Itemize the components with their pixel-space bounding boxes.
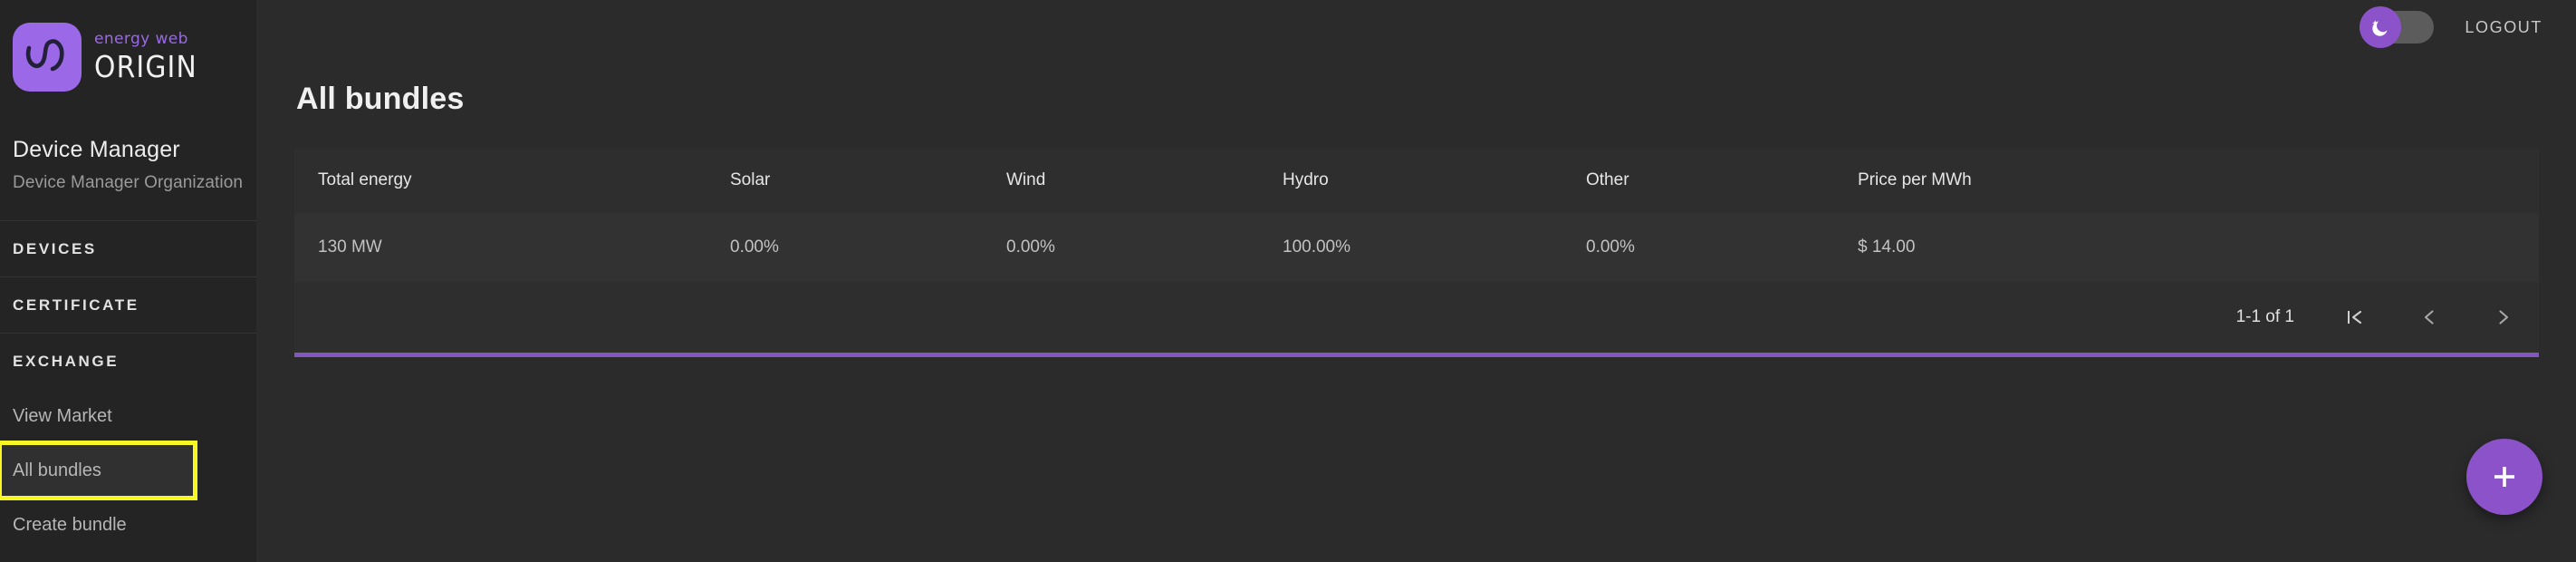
cell-wind: 0.00%: [1006, 237, 1055, 257]
theme-toggle[interactable]: [2360, 6, 2435, 48]
table-header-row: Total energy Solar Wind Hydro Other Pric…: [294, 148, 2539, 213]
bundles-table: Total energy Solar Wind Hydro Other Pric…: [294, 148, 2539, 282]
pagination-range-label: 1-1 of 1: [2235, 307, 2294, 326]
sidebar-item-all-bundles[interactable]: All bundles: [0, 441, 197, 500]
sidebar-section-devices[interactable]: DEVICES: [0, 220, 256, 276]
brand-main-label: ORIGIN: [94, 49, 197, 84]
accent-divider: [294, 353, 2539, 357]
column-header-hydro[interactable]: Hydro: [1259, 148, 1562, 213]
app-root: energy web ORIGIN Device Manager Device …: [0, 0, 2576, 562]
column-header-other[interactable]: Other: [1562, 148, 1834, 213]
sidebar: energy web ORIGIN Device Manager Device …: [0, 0, 256, 562]
column-header-price-per-mwh[interactable]: Price per MWh: [1834, 148, 2539, 213]
organization-subtitle: Device Manager Organization: [13, 173, 244, 192]
organization-name: Device Manager: [13, 137, 180, 162]
sidebar-item-view-market[interactable]: View Market: [0, 389, 256, 443]
column-header-total-energy[interactable]: Total energy: [294, 148, 706, 213]
table-body: 130 MW 0.00% 0.00% 100.00% 0.00% $ 14.00: [294, 213, 2539, 282]
brand-text: energy web ORIGIN: [94, 32, 197, 82]
table-pagination: 1-1 of 1: [294, 282, 2539, 353]
sidebar-section-certificate[interactable]: CERTIFICATE: [0, 276, 256, 333]
sidebar-item-create-bundle[interactable]: Create bundle: [0, 498, 256, 552]
top-bar: LOGOUT: [256, 0, 2576, 54]
plus-icon: [2494, 467, 2514, 487]
create-bundle-fab[interactable]: [2466, 439, 2542, 515]
page-title: All bundles: [296, 82, 465, 116]
energy-web-swirl-icon: [13, 22, 82, 92]
cell-price-per-mwh: $ 14.00: [1858, 237, 1916, 257]
cell-total-energy: 130 MW: [318, 237, 382, 257]
brand-logo[interactable]: energy web ORIGIN: [0, 0, 256, 113]
organization-block: Device Manager Device Manager Organizati…: [0, 113, 256, 220]
column-header-wind[interactable]: Wind: [983, 148, 1259, 213]
sidebar-section-exchange[interactable]: EXCHANGE: [0, 333, 256, 389]
chevron-right-icon[interactable]: [2490, 302, 2517, 333]
table-head: Total energy Solar Wind Hydro Other Pric…: [294, 148, 2539, 213]
bundles-table-card: Total energy Solar Wind Hydro Other Pric…: [294, 148, 2539, 357]
table-row[interactable]: 130 MW 0.00% 0.00% 100.00% 0.00% $ 14.00: [294, 213, 2539, 282]
moon-icon: [2360, 6, 2402, 48]
main-area: LOGOUT All bundles Total energy Solar Wi…: [256, 0, 2576, 562]
cell-solar: 0.00%: [730, 237, 779, 257]
brand-top-label: energy web: [94, 30, 188, 48]
first-page-icon[interactable]: [2341, 302, 2369, 333]
logout-button[interactable]: LOGOUT: [2465, 18, 2542, 37]
content-area: All bundles Total energy Solar Wind Hydr…: [256, 54, 2576, 357]
cell-other: 0.00%: [1586, 237, 1635, 257]
column-header-solar[interactable]: Solar: [706, 148, 983, 213]
chevron-left-icon[interactable]: [2416, 302, 2443, 333]
cell-hydro: 100.00%: [1283, 237, 1351, 257]
